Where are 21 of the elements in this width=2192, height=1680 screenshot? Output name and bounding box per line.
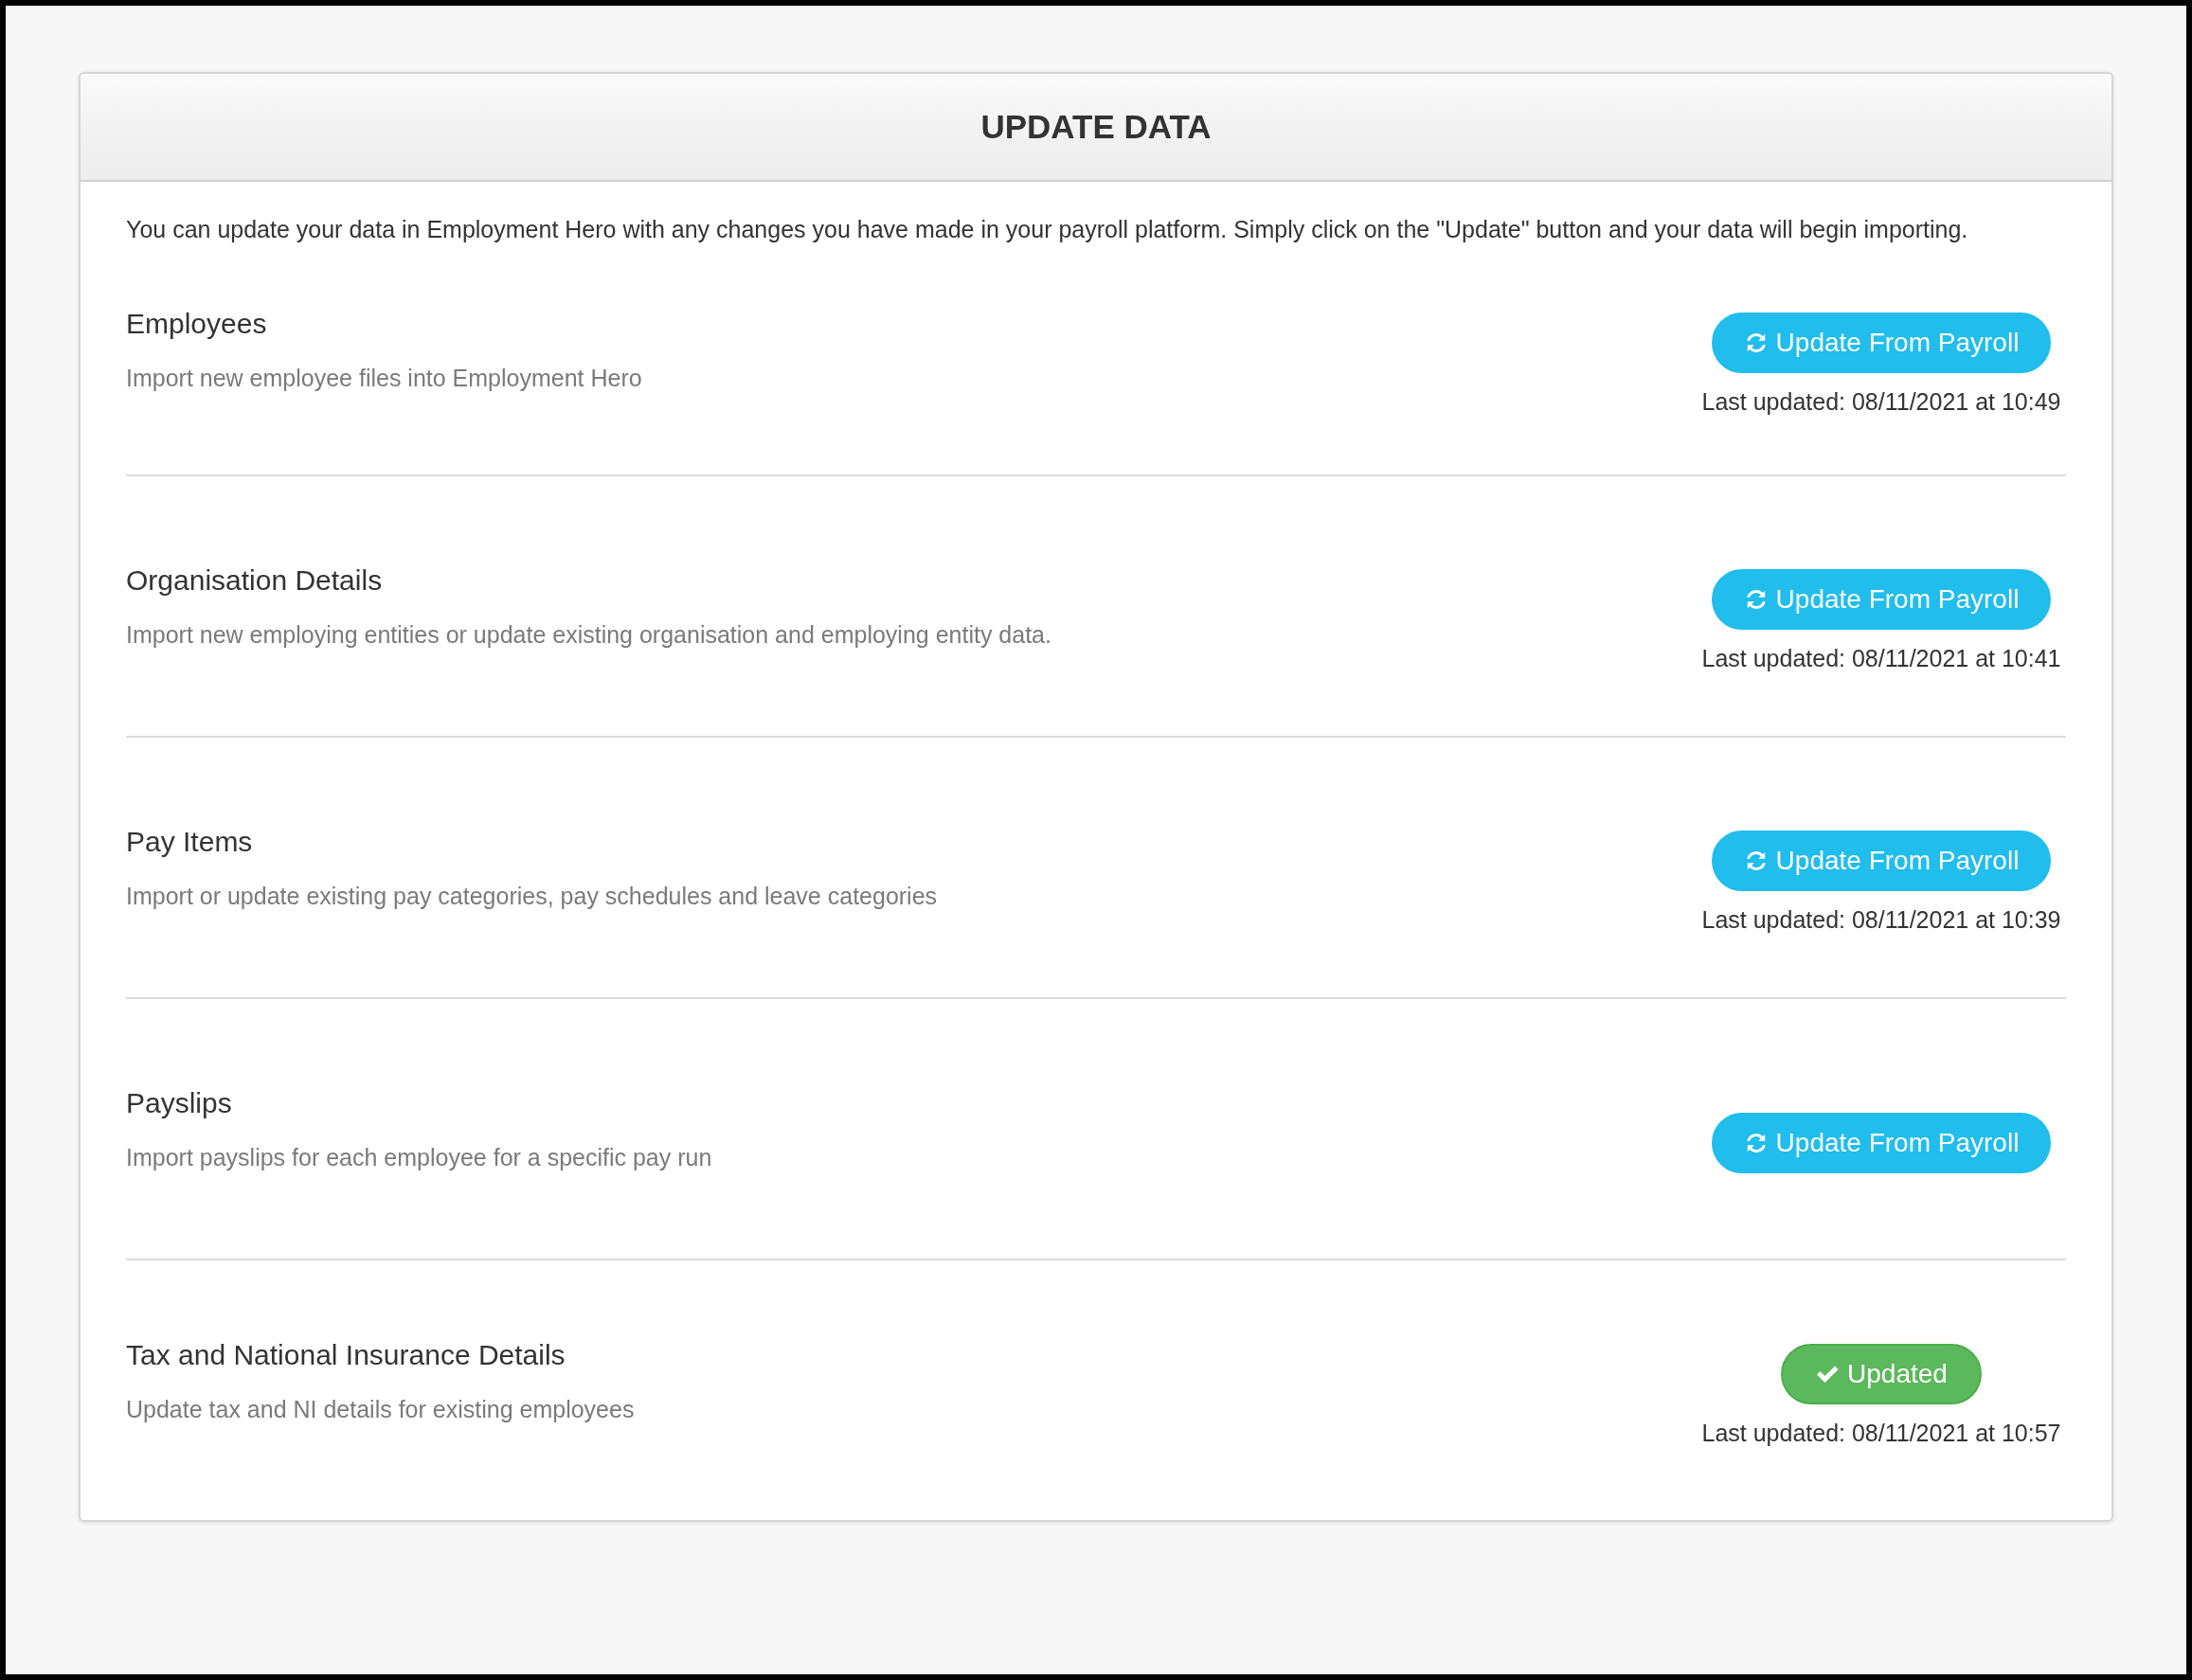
intro-text: You can update your data in Employment Hero with any changes you have made in your payroll platform. Simply click on the "Update" button and your data will begin importing. [126, 215, 1969, 244]
updated-button[interactable]: Updated [1781, 1343, 1982, 1404]
section-title: Tax and National Insurance Details [126, 1338, 566, 1371]
last-updated-text: Last updated: 08/11/2021 at 10:57 [1701, 1419, 2061, 1447]
last-updated-text: Last updated: 08/11/2021 at 10:49 [1701, 388, 2061, 416]
last-updated-text: Last updated: 08/11/2021 at 10:39 [1701, 905, 2061, 934]
section-description: Import or update existing pay categories, pay schedules and leave categories [126, 882, 938, 910]
section-description: Import new employee files into Employment Hero [126, 365, 642, 392]
section-description: Update tax and NI details for existing employees [126, 1395, 635, 1423]
update-from-payroll-button[interactable]: Update From Payroll [1711, 1113, 2052, 1173]
update-from-payroll-button[interactable]: Update From Payroll [1711, 568, 2052, 630]
section-description: Import new employing entities or update existing organisation and employing entity data. [126, 620, 1051, 649]
update-from-payroll-button[interactable]: Update From Payroll [1711, 313, 2052, 373]
section-title: Payslips [126, 1086, 233, 1119]
section-title: Employees [126, 308, 268, 340]
section-title: Organisation Details [126, 563, 384, 597]
panel-title: UPDATE DATA [980, 108, 1212, 146]
section-title: Pay Items [126, 825, 254, 858]
last-updated-text: Last updated: 08/11/2021 at 10:41 [1701, 644, 2061, 672]
section-description: Import payslips for each employee for a specific pay run [126, 1143, 712, 1171]
update-from-payroll-button[interactable]: Update From Payroll [1711, 830, 2052, 891]
